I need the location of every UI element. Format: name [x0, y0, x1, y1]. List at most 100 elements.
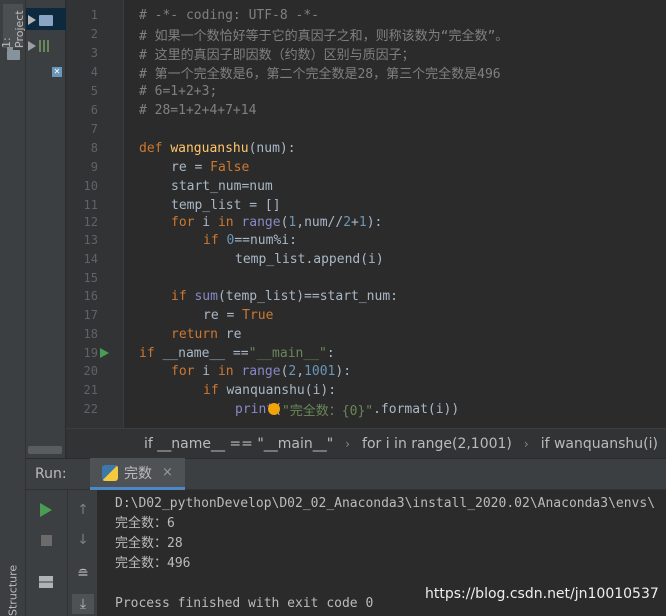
line-number: 22	[83, 402, 98, 416]
scroll-end-icon: ⤓	[79, 596, 87, 612]
arrow-down-icon: ↓	[77, 532, 89, 548]
line-number: 20	[83, 364, 98, 378]
code-line-19: if __name__ == "__main__":	[139, 344, 335, 363]
run-gutter-icon[interactable]	[100, 348, 109, 358]
string: "__main__"	[248, 346, 327, 361]
comment-text: # 这里的真因子即因数（约数）区别与质因子；	[139, 48, 415, 63]
number: 1	[288, 215, 297, 230]
keyword: for	[171, 364, 195, 379]
comment-text: # -*- coding: UTF-8 -*-	[139, 8, 320, 23]
folder-icon[interactable]	[7, 47, 20, 60]
scroll-to-end-button[interactable]: ⤓	[72, 594, 94, 614]
code-text: temp_list = []	[171, 198, 281, 213]
code-text: (	[280, 364, 289, 379]
code-line-6: # 28=1+2+4+7+14	[139, 101, 256, 120]
close-icon[interactable]: ×	[162, 465, 173, 480]
layout-button[interactable]	[38, 574, 54, 590]
project-tool-tab[interactable]: 1: Project	[0, 4, 26, 48]
tree-row-libraries[interactable]	[28, 36, 49, 56]
horizontal-scrollbar[interactable]	[28, 446, 62, 454]
code-line-14: temp_list.append(i)	[235, 250, 384, 269]
code-line-18: return re	[171, 325, 241, 344]
builtin: range	[241, 215, 281, 230]
line-number: 21	[83, 383, 98, 397]
chevron-right-icon: ›	[523, 436, 529, 451]
line-number: 12	[83, 215, 98, 229]
code-line-5: # 6=1+2+3;	[139, 82, 217, 101]
code-line-13: if 0 ==num%i:	[203, 231, 297, 250]
structure-tool-tab[interactable]: Structure	[3, 564, 23, 615]
libraries-icon	[39, 40, 49, 52]
breadcrumb: if __name__ == "__main__" › for i in ran…	[124, 428, 666, 458]
code-line-16: if sum (temp_list)==start_num:	[171, 287, 398, 306]
run-tool-header: Run: 完数 ×	[26, 458, 666, 490]
code-text: .format(i))	[373, 402, 460, 417]
run-config-tab[interactable]: 完数 ×	[90, 458, 185, 490]
code-text: (temp_list)==start_num:	[217, 289, 398, 304]
keyword: in	[217, 215, 234, 230]
comment-text: # 如果一个数恰好等于它的真因子之和，则称该数为“完全数”。	[139, 29, 509, 44]
run-toolbar-primary	[26, 490, 68, 616]
code-text: re =	[171, 160, 211, 175]
breadcrumb-item[interactable]: for i in range(2,1001)	[362, 436, 512, 452]
code-line-1: # -*- coding: UTF-8 -*-	[139, 6, 319, 25]
comment-text: # 28=1+2+4+7+14	[139, 103, 257, 118]
line-number: 4	[90, 65, 98, 79]
console-line: D:\D02_pythonDevelop\D02_02_Anaconda3\in…	[115, 496, 656, 511]
code-text: re =	[203, 308, 243, 323]
tree-row-scratches[interactable]: ✕	[52, 62, 62, 82]
keyword: return	[171, 327, 218, 342]
line-number: 8	[90, 141, 98, 155]
breadcrumb-item[interactable]: if wanquanshu(i)	[541, 436, 658, 452]
code-line-9: re = False	[171, 158, 249, 177]
code-text: ==num%i:	[234, 233, 297, 248]
code-text: ,	[296, 364, 305, 379]
code-text: ):	[366, 215, 383, 230]
soft-wrap-button[interactable]: ≘	[75, 566, 91, 582]
line-number: 6	[90, 103, 98, 117]
line-number: 5	[90, 84, 98, 98]
rerun-button[interactable]	[38, 502, 54, 518]
keyword: if	[203, 233, 219, 248]
code-text: i	[194, 215, 218, 230]
builtin: range	[241, 364, 281, 379]
scroll-down-button[interactable]: ↓	[75, 532, 91, 548]
code-text: temp_list.append(i)	[235, 252, 384, 267]
code-line-4: # 第一个完全数是6，第二个完全数是28，第三个完全数是496	[139, 63, 501, 82]
number: 0	[226, 233, 235, 248]
code-line-12: for i in range(1 ,num//2 +1):	[171, 213, 382, 232]
breadcrumb-item[interactable]: if __name__ == "__main__"	[144, 436, 333, 452]
expand-arrow-icon[interactable]	[28, 41, 36, 51]
function-name: wanguanshu	[170, 141, 249, 156]
code-text: :	[326, 346, 335, 361]
play-icon	[40, 503, 52, 517]
number: 2	[288, 364, 297, 379]
wrap-icon: ≘	[77, 566, 89, 582]
code-text: ):	[335, 364, 352, 379]
keyword: if	[203, 383, 219, 398]
code-text: (	[280, 215, 289, 230]
builtin: sum	[194, 289, 218, 304]
console-line: 完全数：496	[115, 556, 191, 571]
line-number: 18	[83, 327, 98, 341]
code-editor[interactable]: # -*- coding: UTF-8 -*- # 如果一个数恰好等于它的真因子…	[124, 0, 666, 428]
line-number: 15	[83, 271, 98, 285]
scroll-up-button[interactable]: ↑	[75, 502, 91, 518]
stop-button[interactable]	[38, 532, 54, 548]
line-number: 3	[90, 46, 98, 60]
arrow-up-icon: ↑	[77, 502, 89, 518]
line-number: 14	[83, 252, 98, 266]
code-text: (num):	[248, 141, 296, 156]
intention-bulb-icon[interactable]	[268, 403, 280, 415]
left-tool-strip: 1: Project Structure	[0, 0, 26, 616]
breadcrumb-gutter	[66, 428, 124, 458]
chevron-right-icon: ›	[345, 436, 351, 451]
tree-row-project[interactable]	[28, 10, 53, 30]
code-line-2: # 如果一个数恰好等于它的真因子之和，则称该数为“完全数”。	[139, 25, 508, 44]
line-number: 7	[90, 122, 98, 136]
expand-arrow-icon[interactable]	[28, 15, 36, 25]
code-line-3: # 这里的真因子即因数（约数）区别与质因子；	[139, 44, 415, 63]
code-line-21: if wanquanshu(i):	[203, 381, 336, 400]
keyword: in	[217, 364, 234, 379]
keyword: if	[171, 289, 187, 304]
